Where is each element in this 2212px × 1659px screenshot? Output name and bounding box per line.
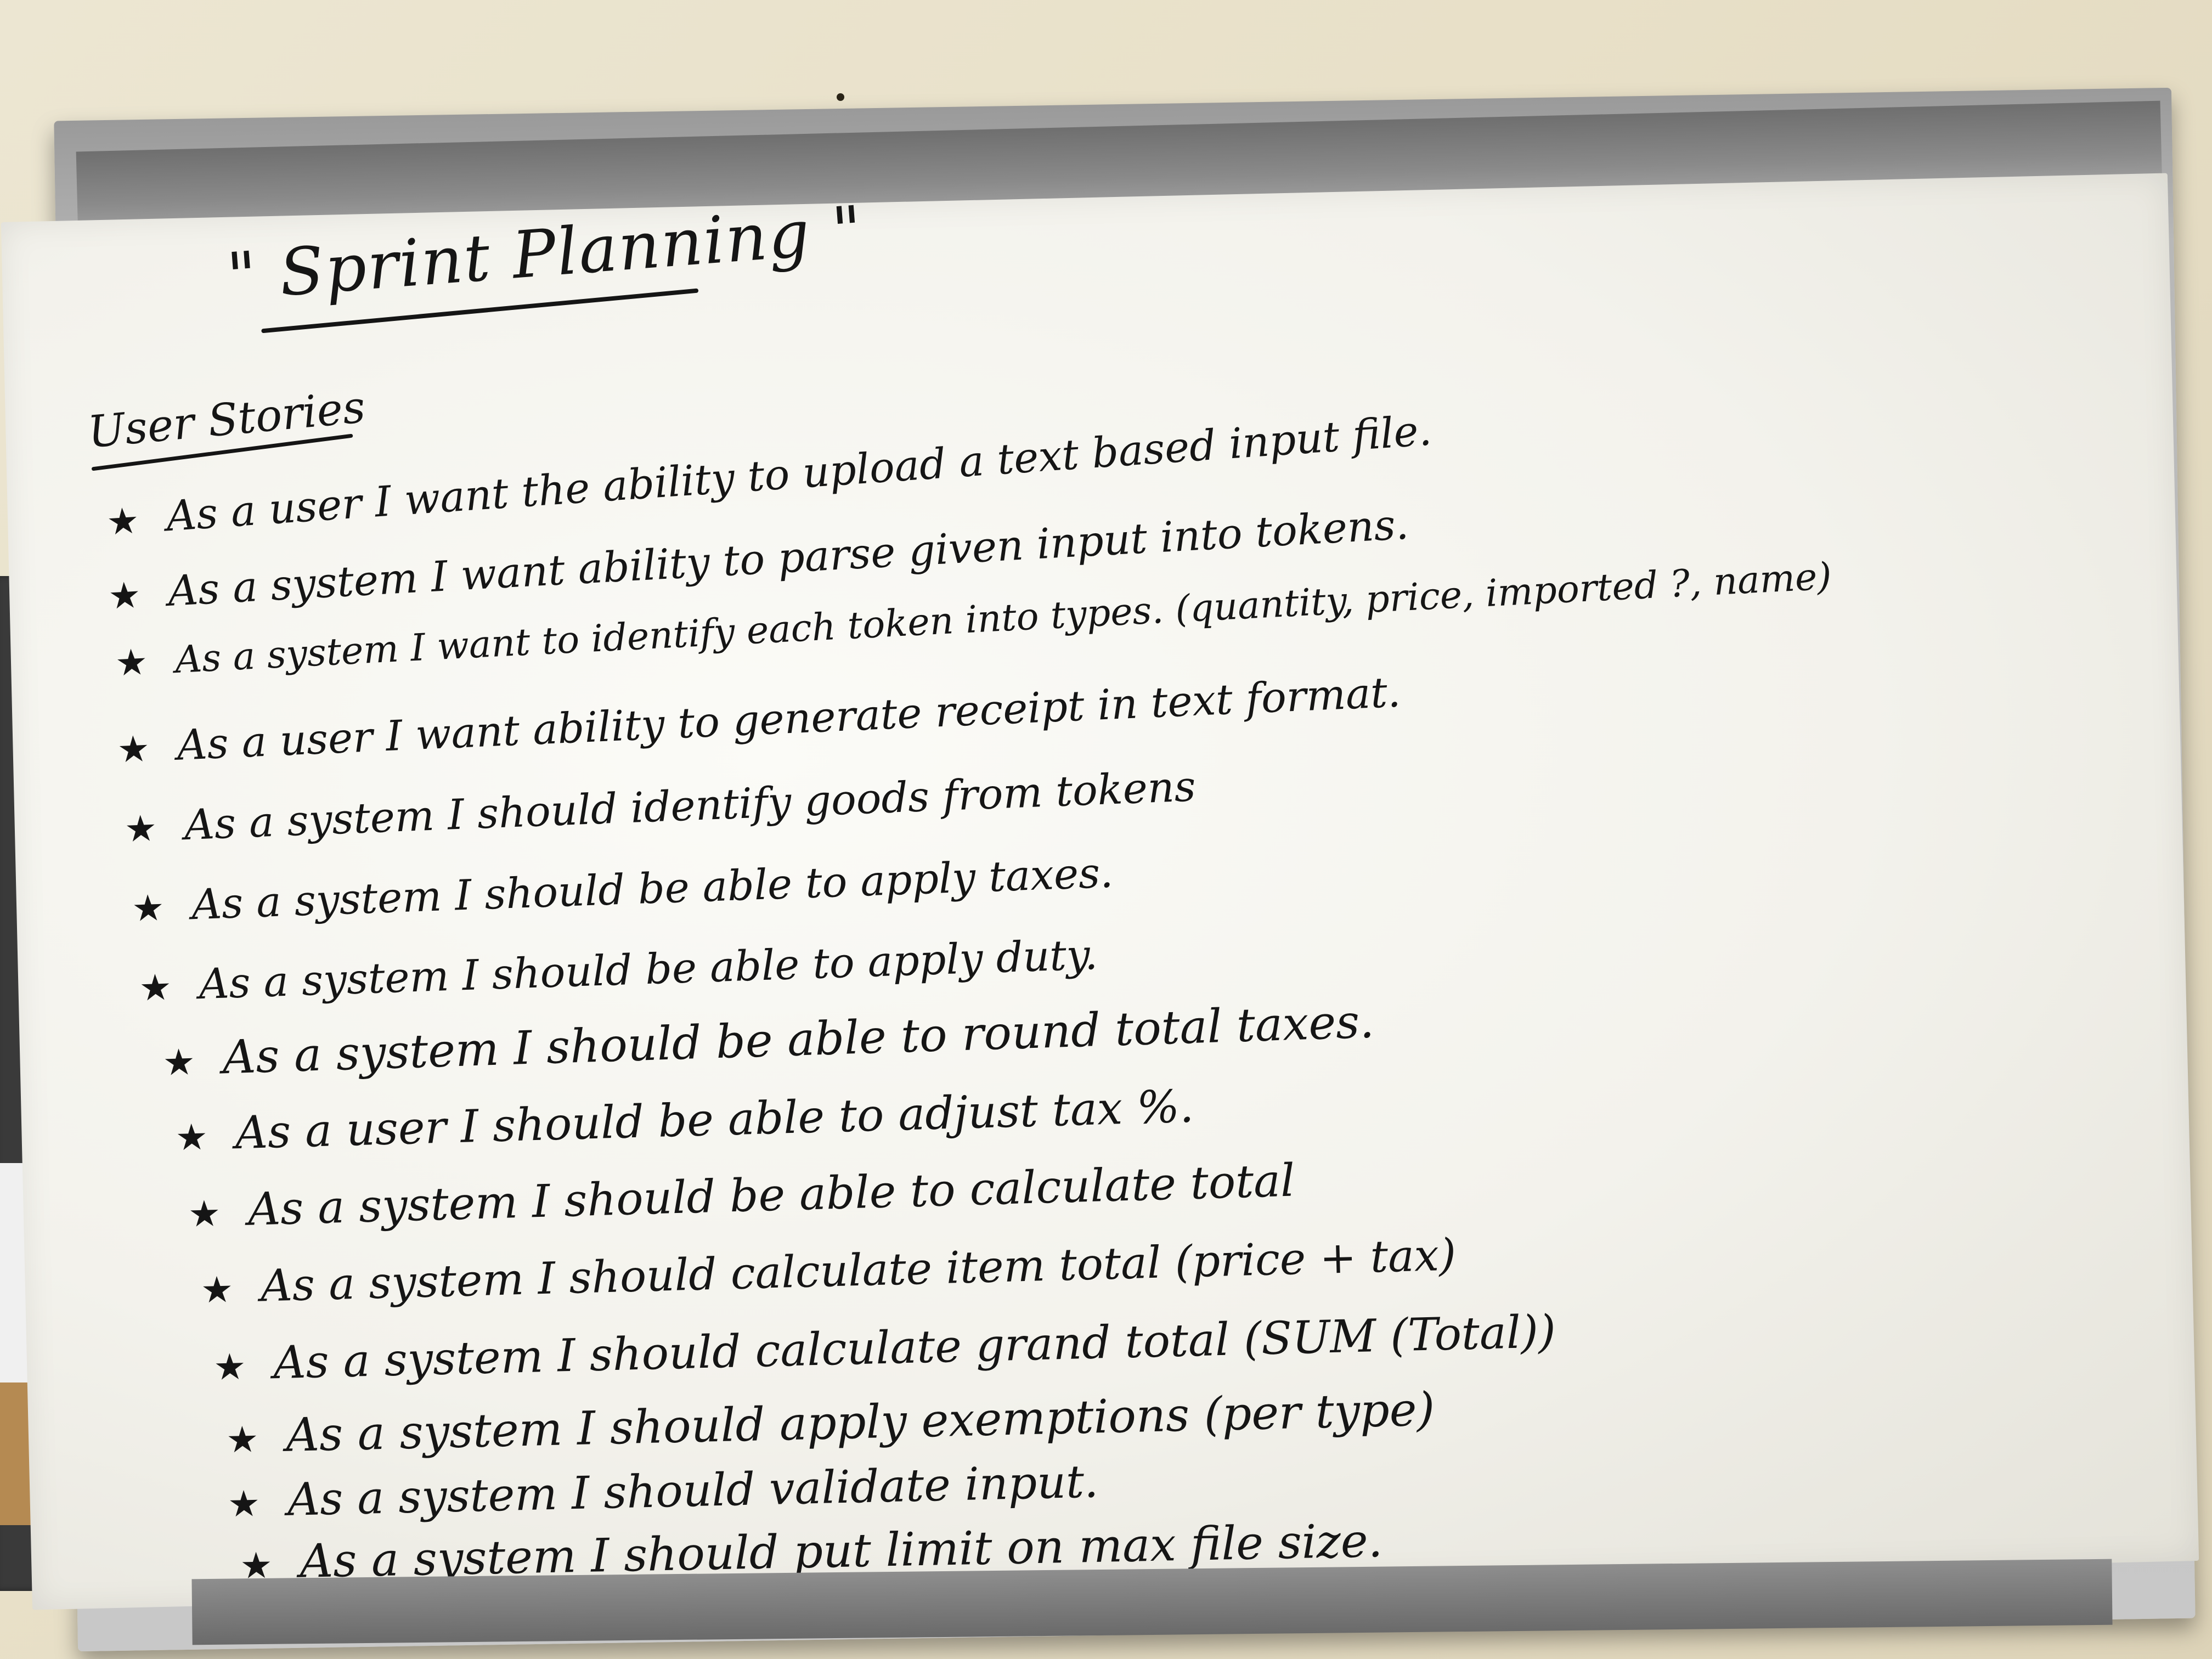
story-text: As a system I should identify goods from…	[183, 761, 1197, 850]
story-text: As a system I should calculate item tota…	[259, 1229, 1457, 1312]
star-bullet-icon: ★	[174, 1115, 208, 1159]
star-bullet-icon: ★	[107, 573, 142, 618]
list-item: ★ As a system I should be able to round …	[162, 994, 1375, 1085]
thumbtack	[837, 93, 844, 101]
story-text: As a user I want ability to generate rec…	[176, 667, 1402, 770]
star-bullet-icon: ★	[225, 1418, 259, 1462]
story-text: As a system I should be able to calculat…	[247, 1154, 1296, 1236]
star-bullet-icon: ★	[200, 1268, 234, 1312]
story-text: As a system I should be able to apply du…	[198, 929, 1099, 1009]
list-item: ★ As a system I should calculate item to…	[200, 1229, 1457, 1312]
story-text: As a system I should apply exemptions (p…	[285, 1382, 1436, 1462]
list-item: ★ As a system I should validate input.	[227, 1455, 1099, 1526]
list-item: ★ As a system I should be able to calcul…	[187, 1154, 1296, 1236]
star-bullet-icon: ★	[162, 1040, 196, 1084]
list-item: ★ As a system I should calculate grand t…	[213, 1306, 1557, 1390]
list-item: ★ As a system I should be able to apply …	[131, 848, 1114, 930]
star-bullet-icon: ★	[227, 1482, 261, 1526]
list-item: ★ As a user I want ability to generate r…	[116, 667, 1402, 771]
story-text: As a user I should be able to adjust tax…	[234, 1080, 1195, 1160]
story-text: As a system I should calculate grand tot…	[273, 1306, 1557, 1390]
whiteboard-content: " Sprint Planning " User Stories ★ As a …	[84, 191, 2154, 1588]
story-text: As a system I should be able to round to…	[222, 994, 1375, 1085]
star-bullet-icon: ★	[131, 887, 165, 930]
star-bullet-icon: ★	[116, 727, 151, 771]
story-text: As a system I should be able to apply ta…	[190, 848, 1114, 929]
whiteboard: " Sprint Planning " User Stories ★ As a …	[1, 173, 2199, 1610]
user-stories-list: ★ As a user I want the ability to upload…	[84, 196, 2154, 1588]
star-bullet-icon: ★	[105, 499, 141, 544]
list-item: ★ As a system I should be able to apply …	[138, 929, 1099, 1009]
star-bullet-icon: ★	[187, 1192, 222, 1235]
story-text: As a system I should validate input.	[286, 1455, 1099, 1526]
star-bullet-icon: ★	[138, 966, 173, 1009]
star-bullet-icon: ★	[213, 1345, 247, 1389]
star-bullet-icon: ★	[114, 640, 149, 685]
star-bullet-icon: ★	[123, 807, 158, 851]
list-item: ★ As a system I should identify goods fr…	[123, 761, 1197, 851]
list-item: ★ As a system I should apply exemptions …	[225, 1382, 1436, 1462]
list-item: ★ As a user I should be able to adjust t…	[174, 1080, 1195, 1160]
